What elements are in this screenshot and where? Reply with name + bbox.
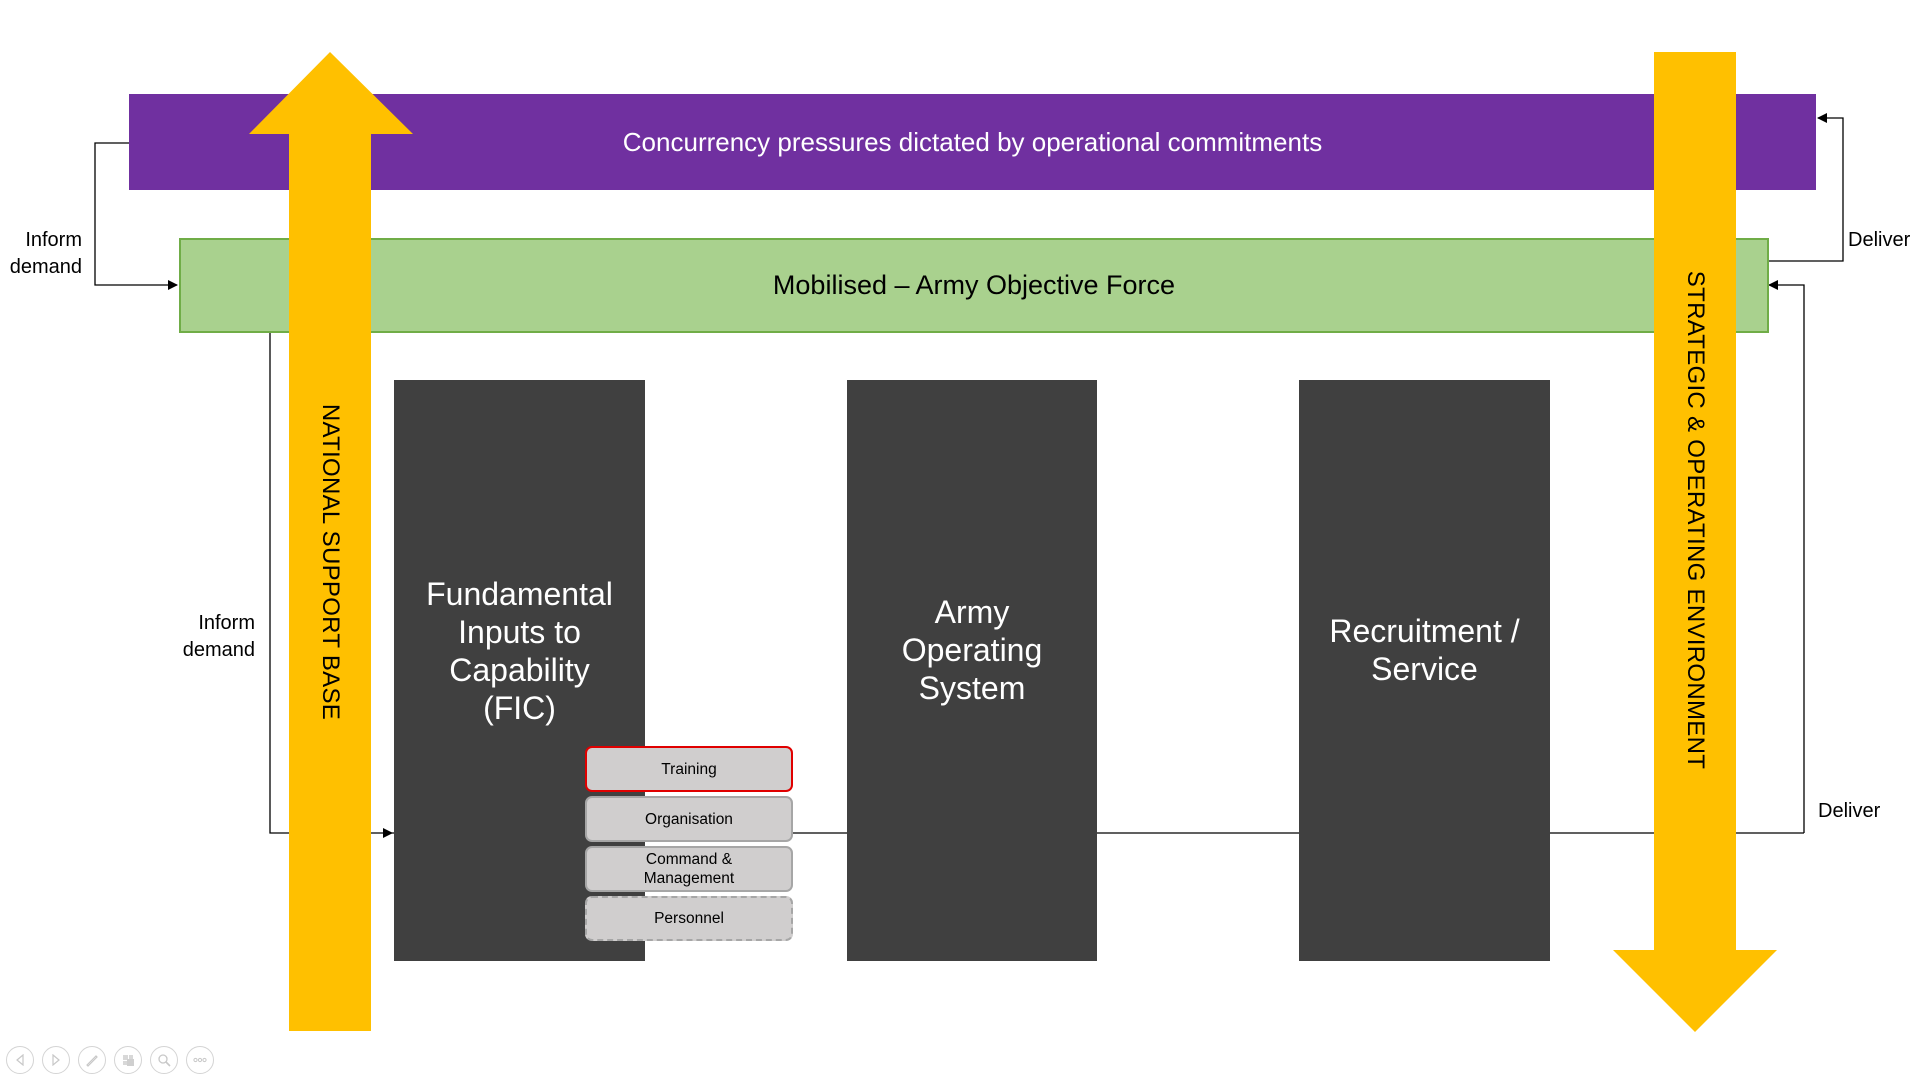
pillar-recruitment-line: Recruitment / — [1329, 612, 1520, 649]
label-line: Inform — [25, 229, 82, 251]
previous-slide-button[interactable] — [6, 1046, 34, 1074]
national-support-base-label: NATIONAL SUPPORT BASE — [317, 403, 344, 721]
pillar-recruitment-line: Service — [1371, 650, 1478, 687]
fic-item-training[interactable]: Training — [585, 746, 793, 792]
pillar-aos-line: Army — [934, 593, 1010, 630]
pillar-army-operating-system: Army Operating System — [847, 380, 1097, 961]
pillar-fic-line: Inputs to — [458, 613, 581, 650]
inform-demand-top-label: Inform demand — [0, 227, 82, 281]
pillar-aos-line: Operating — [901, 631, 1043, 668]
objective-force-label: Mobilised – Army Objective Force — [772, 270, 1176, 300]
label-line: demand — [9, 256, 82, 278]
strategic-environment-label: STRATEGIC & OPERATING ENVIRONMENT — [1682, 270, 1709, 770]
triangle-right-icon — [52, 1054, 60, 1066]
concurrency-pressures-label: Concurrency pressures dictated by operat… — [622, 126, 1323, 157]
grid-icon — [123, 1055, 134, 1066]
pillar-fic-line: Fundamental — [426, 575, 613, 612]
pillar-fic-line: Capability — [449, 651, 590, 688]
magnifier-icon — [158, 1054, 171, 1067]
fic-item-label: Personnel — [654, 910, 724, 927]
pillar-aos-line: System — [918, 669, 1026, 706]
fic-item-label: Organisation — [645, 810, 733, 828]
label-line: demand — [182, 639, 255, 661]
more-options-button[interactable] — [186, 1046, 214, 1074]
concurrency-pressures-bar: Concurrency pressures dictated by operat… — [129, 94, 1816, 190]
deliver-lower-connector — [1768, 280, 1805, 833]
objective-force-bar: Mobilised – Army Objective Force — [179, 238, 1769, 333]
fic-item-label: Training — [661, 760, 717, 778]
pen-icon — [86, 1055, 98, 1067]
fic-item-label: Management — [643, 870, 735, 887]
next-slide-button[interactable] — [42, 1046, 70, 1074]
fic-item-personnel[interactable]: Personnel — [585, 896, 793, 941]
presentation-toolbar — [6, 1046, 214, 1074]
fic-item-label: Command & — [645, 851, 733, 868]
fic-item-organisation[interactable]: Organisation — [585, 796, 793, 842]
inform-demand-lower-label: Inform demand — [160, 610, 255, 664]
pen-button[interactable] — [78, 1046, 106, 1074]
ellipsis-icon — [193, 1057, 207, 1063]
deliver-lower-label: Deliver — [1818, 800, 1881, 822]
triangle-left-icon — [16, 1054, 24, 1066]
label-line: Inform — [198, 612, 255, 634]
zoom-button[interactable] — [150, 1046, 178, 1074]
fic-item-command-management[interactable]: Command & Management — [585, 846, 793, 892]
pillar-recruitment-service: Recruitment / Service — [1299, 380, 1550, 961]
slides-view-button[interactable] — [114, 1046, 142, 1074]
deliver-top-label: Deliver — [1848, 229, 1911, 251]
pillar-fic-line: (FIC) — [483, 689, 556, 726]
